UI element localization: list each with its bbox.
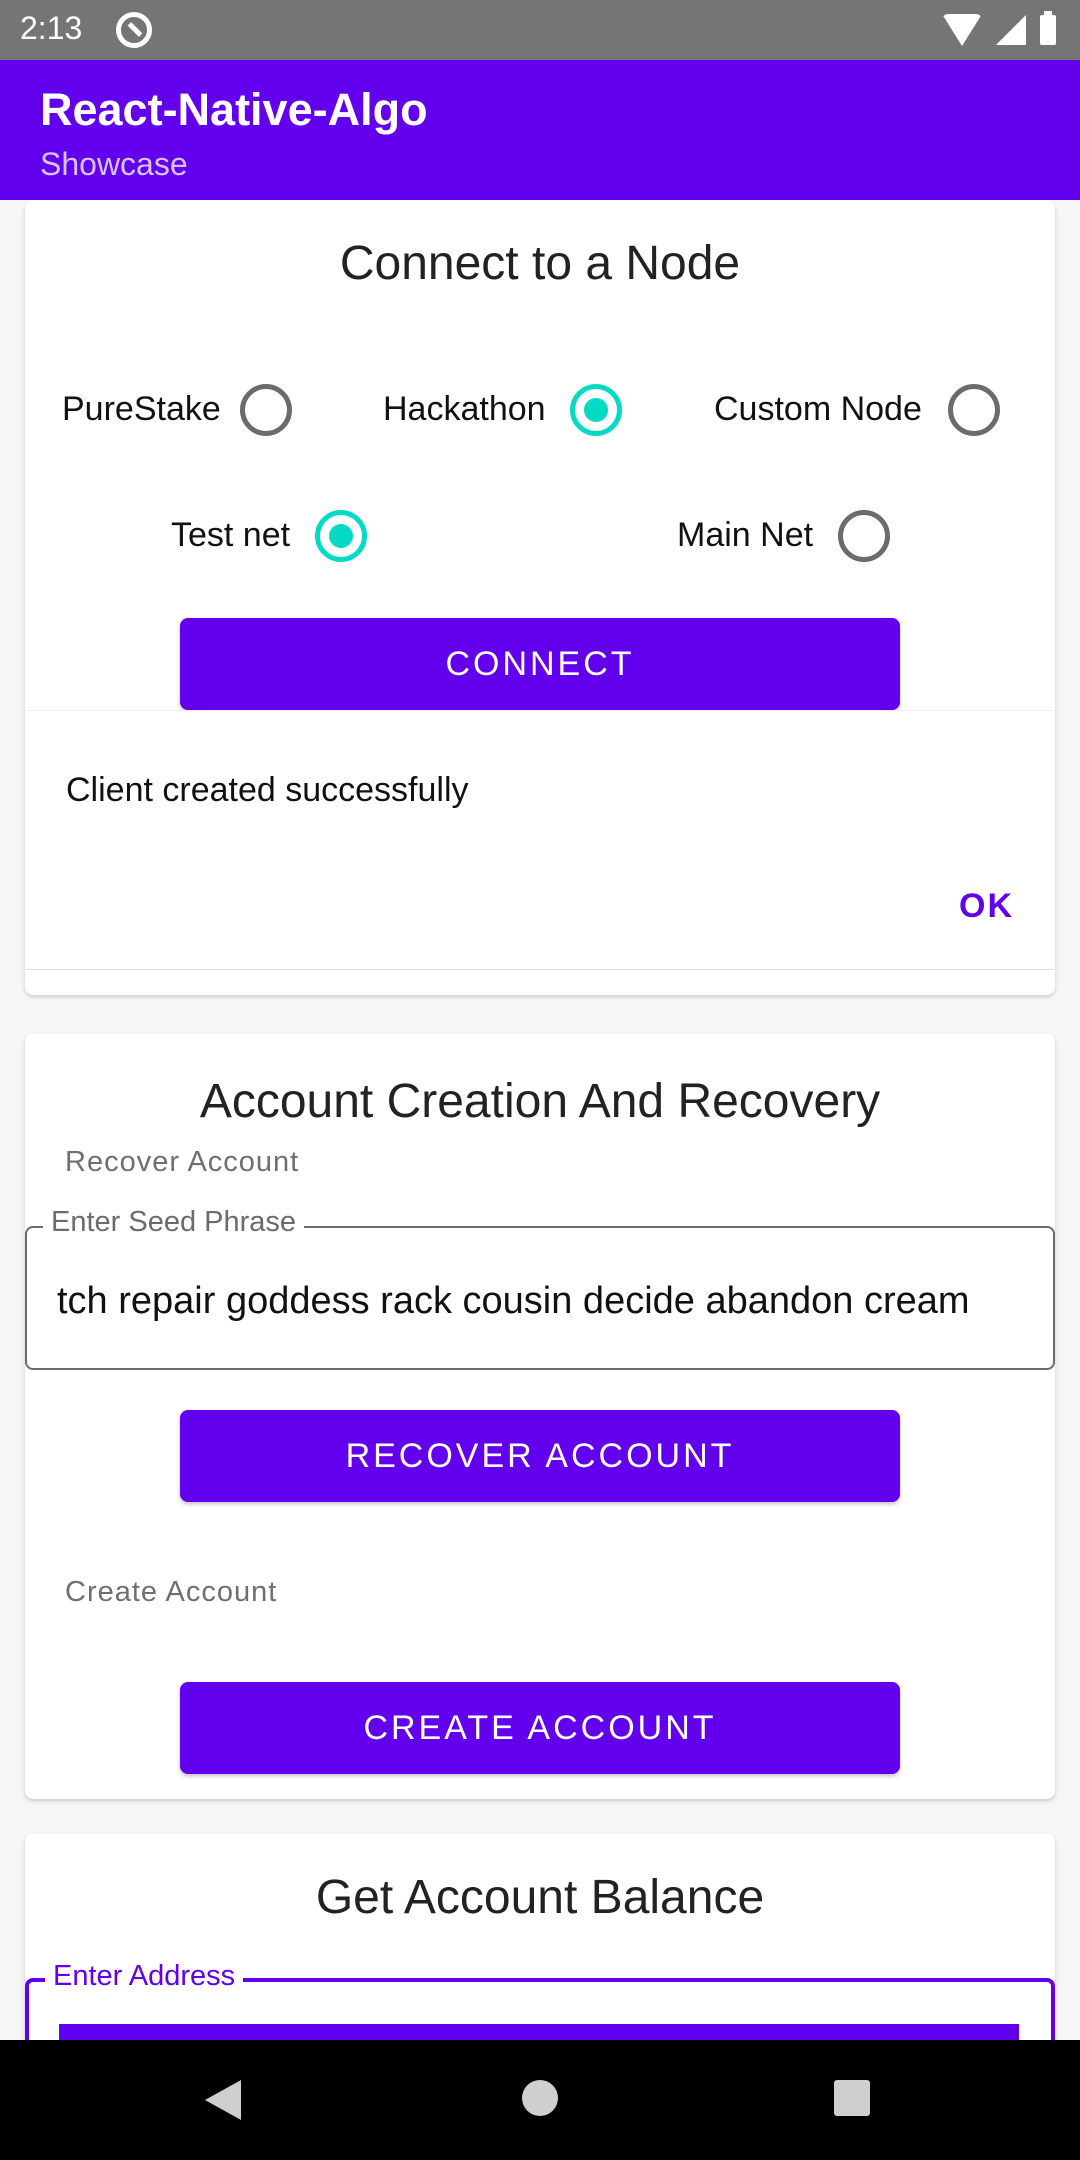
radio-label-test-net: Test net — [171, 516, 291, 554]
status-time: 2:13 — [20, 10, 83, 46]
recover-account-label: Recover Account — [65, 1146, 300, 1178]
dialog-message: Client created successfully — [66, 771, 469, 809]
balance-card-title: Get Account Balance — [315, 1871, 765, 1924]
back-icon[interactable] — [205, 2080, 241, 2120]
address-field[interactable]: Enter Address — [25, 1960, 1055, 2040]
create-account-button[interactable]: CREATE ACCOUNT — [180, 1682, 900, 1774]
sync-icon — [116, 12, 152, 48]
dialog-ok-button[interactable]: OK — [959, 887, 1014, 926]
radio-main-net[interactable] — [838, 510, 890, 562]
connect-button[interactable]: CONNECT — [180, 618, 900, 710]
address-label: Enter Address — [45, 1960, 244, 1993]
battery-icon — [1040, 11, 1056, 45]
alert-dialog: Client created successfully OK — [26, 710, 1054, 970]
radio-hackathon[interactable] — [570, 384, 622, 436]
address-text-selection[interactable] — [59, 2024, 1019, 2040]
create-account-label: Create Account — [65, 1576, 278, 1608]
recent-apps-icon[interactable] — [834, 2080, 870, 2116]
radio-purestake[interactable] — [240, 384, 292, 436]
account-card: Account Creation And Recovery Recover Ac… — [25, 1034, 1055, 1799]
radio-custom-node[interactable] — [948, 384, 1000, 436]
balance-card: Get Account Balance Enter Address — [25, 1834, 1055, 2040]
radio-label-custom-node: Custom Node — [714, 390, 922, 428]
app-title: React-Native-Algo — [40, 84, 428, 135]
wifi-icon — [942, 14, 982, 46]
app-subtitle: Showcase — [40, 146, 188, 182]
connect-card-title: Connect to a Node — [339, 237, 741, 290]
status-bar: 2:13 — [0, 0, 1080, 60]
recover-account-button[interactable]: RECOVER ACCOUNT — [180, 1410, 900, 1502]
connect-card: Connect to a Node PureStake Hackathon Cu… — [25, 200, 1055, 995]
seed-phrase-label: Enter Seed Phrase — [43, 1206, 305, 1239]
signal-icon — [996, 15, 1026, 45]
account-card-title: Account Creation And Recovery — [199, 1075, 881, 1128]
radio-test-net[interactable] — [315, 510, 367, 562]
content-scroll[interactable]: Connect to a Node PureStake Hackathon Cu… — [0, 200, 1080, 2040]
navigation-bar — [0, 2040, 1080, 2160]
radio-label-main-net: Main Net — [677, 516, 814, 554]
radio-label-hackathon: Hackathon — [383, 390, 546, 428]
radio-label-purestake: PureStake — [62, 390, 221, 428]
seed-phrase-input[interactable]: tch repair goddess rack cousin decide ab… — [57, 1280, 1027, 1323]
seed-phrase-field[interactable]: Enter Seed Phrase tch repair goddess rac… — [25, 1206, 1055, 1370]
app-bar: React-Native-Algo Showcase — [0, 60, 1080, 200]
status-icons — [942, 11, 1056, 48]
home-icon[interactable] — [522, 2080, 558, 2116]
